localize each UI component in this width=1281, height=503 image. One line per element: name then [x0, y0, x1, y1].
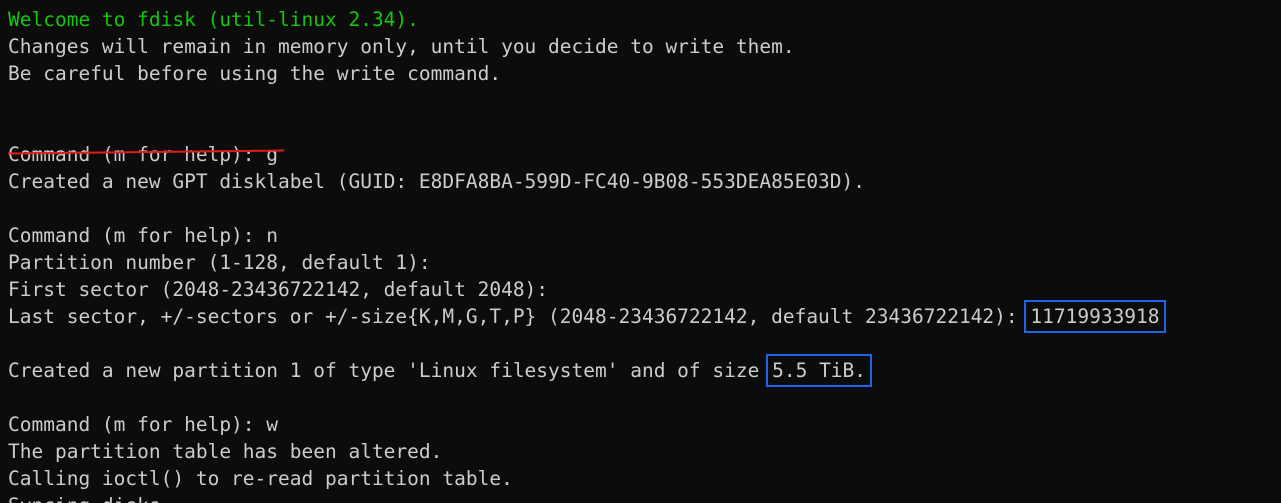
- partition-size-highlight: 5.5 TiB.: [766, 354, 873, 387]
- careful-note-line: Be careful before using the write comman…: [8, 62, 502, 85]
- last-sector-line: Last sector, +/-sectors or +/-size{K,M,G…: [8, 300, 1281, 333]
- calling-ioctl-line: Calling ioctl() to re-read partition tab…: [8, 467, 513, 490]
- welcome-line: Welcome to fdisk (util-linux 2.34).: [8, 8, 419, 31]
- table-altered-line: The partition table has been altered.: [8, 440, 443, 463]
- struck-command-g: Command (m for help): g: [8, 143, 279, 166]
- created-partition-text: Created a new partition 1 of type 'Linux…: [8, 359, 760, 382]
- command-w-line: Command (m for help): w: [8, 413, 279, 436]
- syncing-line: Syncing disks.: [8, 492, 1281, 503]
- created-gpt-line: Created a new GPT disklabel (GUID: E8DFA…: [8, 170, 866, 193]
- command-n-line: Command (m for help): n: [8, 224, 279, 247]
- created-partition-line: Created a new partition 1 of type 'Linux…: [8, 354, 1281, 387]
- terminal-window[interactable]: Welcome to fdisk (util-linux 2.34). Chan…: [0, 0, 1281, 503]
- last-sector-value-highlight: 11719933918: [1024, 300, 1166, 333]
- partition-number-line: Partition number (1-128, default 1):: [8, 251, 431, 274]
- last-sector-prompt: Last sector, +/-sectors or +/-size{K,M,G…: [8, 305, 1018, 328]
- first-sector-line: First sector (2048-23436722142, default …: [8, 278, 549, 301]
- changes-note-line: Changes will remain in memory only, unti…: [8, 35, 795, 58]
- command-g-line: Command (m for help): g: [8, 141, 1281, 168]
